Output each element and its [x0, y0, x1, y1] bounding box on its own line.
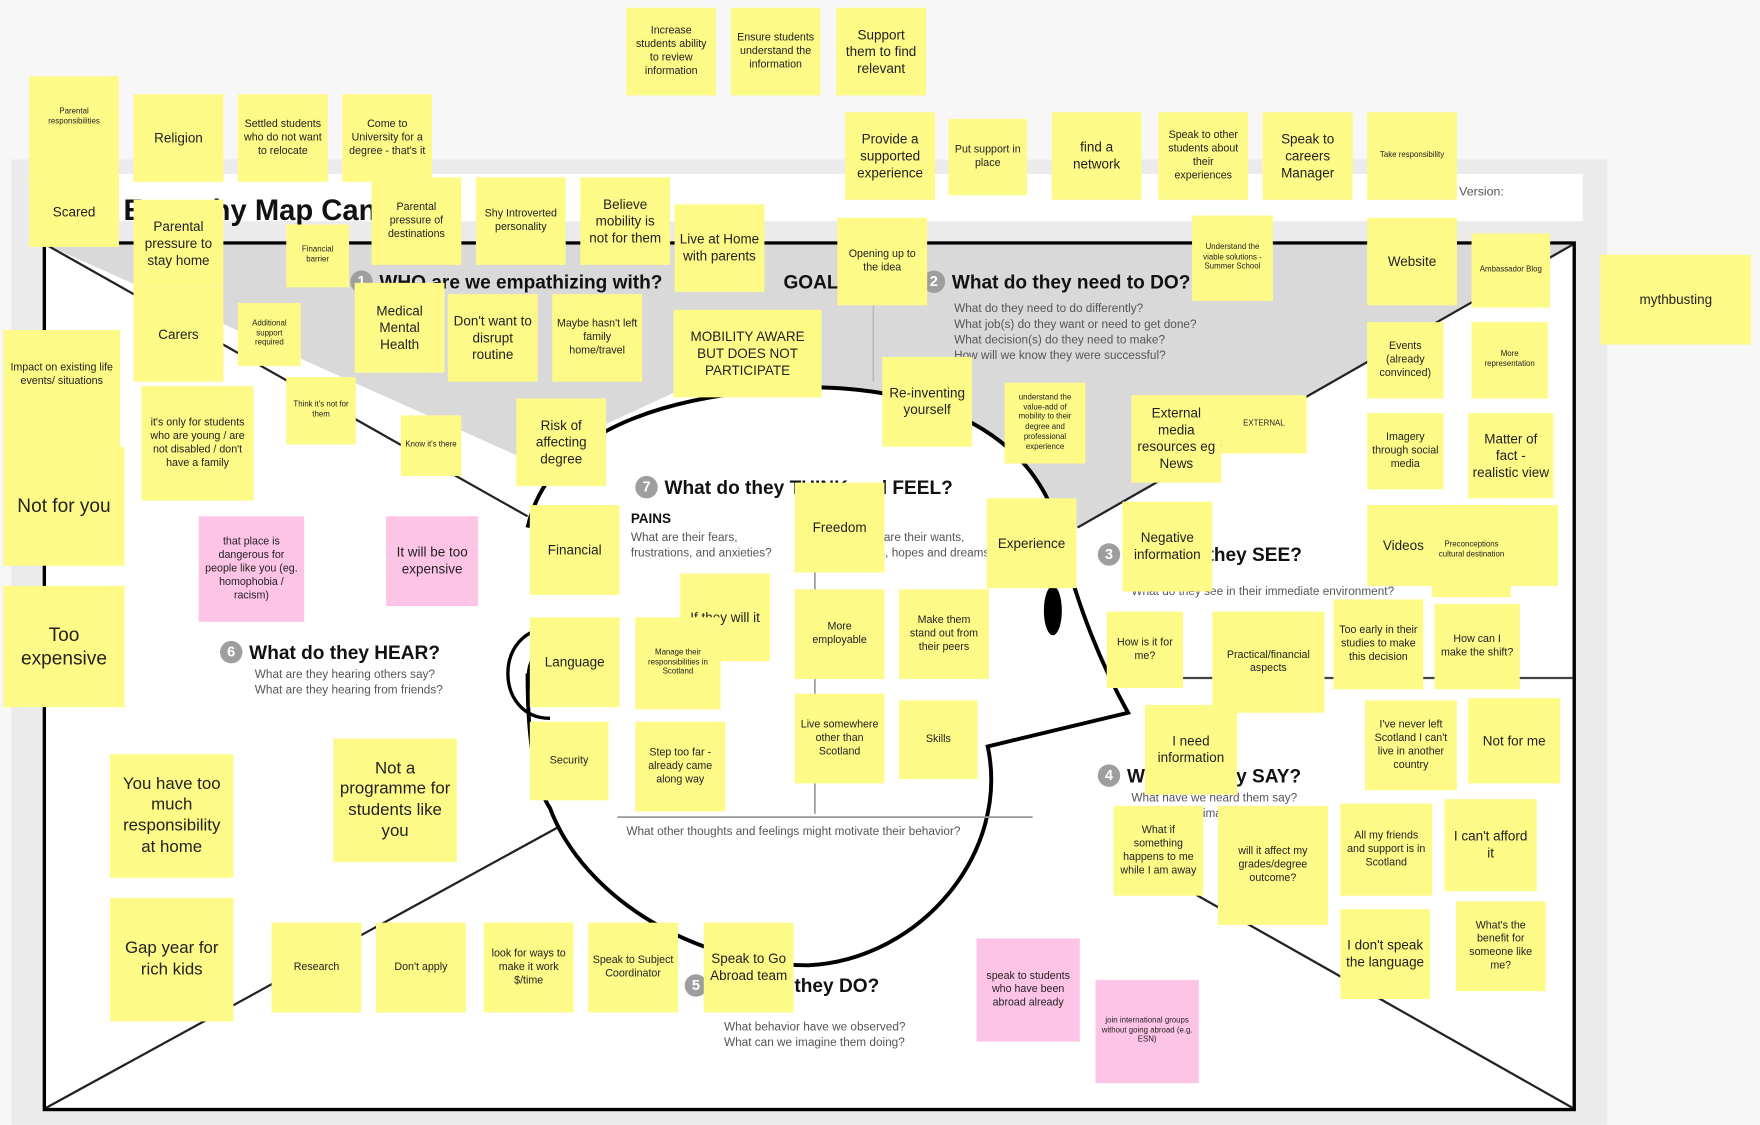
- sticky-note[interactable]: will it affect my grades/degree outcome?: [1217, 805, 1328, 925]
- sticky-note[interactable]: Live somewhere other than Scotland: [794, 693, 885, 784]
- sticky-note[interactable]: Manage their responsibilities in Scotlan…: [635, 617, 721, 710]
- sticky-note[interactable]: Skills: [899, 700, 978, 779]
- sticky-note[interactable]: Carers: [133, 287, 224, 382]
- sticky-note[interactable]: Medical Mental Health: [354, 282, 445, 373]
- sticky-note[interactable]: Religion: [133, 94, 224, 182]
- sticky-note[interactable]: Risk of affecting degree: [516, 398, 607, 487]
- sticky-note[interactable]: It will be too expensive: [386, 516, 479, 607]
- sticky-note[interactable]: Research: [271, 922, 362, 1013]
- sticky-note[interactable]: Live at Home with parents: [674, 204, 765, 292]
- sticky-note[interactable]: Settled students who do not want to relo…: [237, 94, 328, 182]
- sticky-note[interactable]: speak to students who have been abroad a…: [976, 938, 1080, 1042]
- section-5-questions: What behavior have we observed? What can…: [723, 1020, 906, 1050]
- version-label: Version:: [1459, 185, 1504, 199]
- sticky-note[interactable]: Freedom: [794, 482, 885, 573]
- sticky-note[interactable]: that place is dangerous for people like …: [198, 516, 305, 622]
- sticky-note[interactable]: External media resources eg News: [1131, 395, 1222, 483]
- sticky-note[interactable]: Speak to Subject Coordinator: [588, 922, 678, 1013]
- sticky-note[interactable]: Know it's there: [400, 415, 462, 476]
- empathy-map-board: Empathy Map Canvas Version: GOAL 1 WHO ar…: [0, 0, 1760, 1125]
- sticky-note[interactable]: Come to University for a degree - that's…: [342, 94, 433, 182]
- sticky-note[interactable]: Gap year for rich kids: [110, 897, 234, 1022]
- sticky-note[interactable]: Increase students ability to review info…: [626, 7, 717, 96]
- sticky-note[interactable]: Practical/financial aspects: [1212, 611, 1325, 713]
- sticky-note[interactable]: Language: [529, 617, 620, 708]
- sticky-note[interactable]: MOBILITY AWARE BUT DOES NOT PARTICIPATE: [673, 309, 822, 398]
- sticky-note[interactable]: Re-inventing yourself: [882, 356, 973, 447]
- sticky-note[interactable]: Believe mobility is not for them: [580, 177, 671, 265]
- sticky-note[interactable]: Parental pressure to stay home: [133, 199, 224, 288]
- sticky-note[interactable]: Opening up to the idea: [837, 217, 928, 306]
- sticky-note[interactable]: mythbusting: [1600, 254, 1752, 345]
- sticky-note[interactable]: More employable: [794, 589, 885, 680]
- sticky-note[interactable]: More representation: [1471, 322, 1548, 399]
- sticky-note[interactable]: Shy Introverted personality: [475, 177, 566, 265]
- sticky-note[interactable]: Support them to find relevant: [836, 7, 927, 96]
- section-2-questions: What do they need to do differently? Wha…: [954, 301, 1197, 363]
- sticky-note[interactable]: Speak to Go Abroad team: [703, 922, 794, 1013]
- pains-title: PAINS: [630, 510, 671, 527]
- sticky-note[interactable]: What if something happens to me while I …: [1113, 805, 1204, 896]
- sticky-note[interactable]: Speak to careers Manager: [1262, 112, 1353, 200]
- sticky-note[interactable]: Preconceptions cultural destination: [1432, 505, 1511, 598]
- sticky-note[interactable]: Parental pressure of destinations: [371, 177, 462, 265]
- sticky-note[interactable]: I need information: [1144, 704, 1237, 795]
- sticky-note[interactable]: Scared: [29, 177, 119, 247]
- sticky-note[interactable]: Financial barrier: [286, 224, 350, 288]
- section-2-heading: 2 What do they need to DO?: [922, 270, 1190, 295]
- sticky-note[interactable]: Too expensive: [3, 585, 125, 708]
- sticky-note[interactable]: Financial: [529, 505, 620, 595]
- sticky-note[interactable]: Make them stand out from their peers: [899, 589, 989, 680]
- sticky-note[interactable]: Negative information: [1122, 501, 1213, 592]
- eye-shape: [1043, 585, 1062, 636]
- sticky-note[interactable]: Security: [529, 721, 609, 801]
- pains-questions: What are their fears, frustrations, and …: [630, 530, 772, 561]
- goal-label: GOAL: [783, 271, 839, 293]
- sticky-note[interactable]: Don't apply: [376, 922, 466, 1013]
- sticky-note[interactable]: Too early in their studies to make this …: [1333, 599, 1424, 690]
- sticky-note[interactable]: understand the value-add of mobility to …: [1004, 382, 1086, 464]
- sticky-note[interactable]: find a network: [1051, 112, 1142, 200]
- sticky-note[interactable]: Think it's not for them: [286, 377, 356, 445]
- sticky-note[interactable]: look for ways to make it work $/time: [483, 922, 574, 1013]
- sticky-note[interactable]: EXTERNAL: [1221, 395, 1307, 454]
- sticky-note[interactable]: Website: [1367, 217, 1457, 306]
- sticky-note[interactable]: Put support in place: [948, 118, 1028, 196]
- sticky-note[interactable]: Step too far - already came along way: [635, 721, 726, 812]
- sticky-note[interactable]: Parental responsibilities: [29, 76, 119, 182]
- sticky-note[interactable]: All my friends and support is in Scotlan…: [1340, 803, 1433, 896]
- sticky-note[interactable]: join international groups without going …: [1095, 979, 1199, 1084]
- sticky-note[interactable]: Not a programme for students like you: [333, 738, 457, 863]
- sticky-note[interactable]: What's the benefit for someone like me?: [1455, 901, 1546, 992]
- sticky-note[interactable]: Maybe hasn't left family home/travel: [552, 294, 643, 382]
- sticky-note[interactable]: Additional support required: [237, 303, 301, 366]
- sticky-note[interactable]: it's only for students who are young / a…: [141, 386, 254, 501]
- sticky-note[interactable]: Not for me: [1468, 698, 1561, 784]
- sticky-note[interactable]: I don't speak the language: [1340, 909, 1431, 999]
- sticky-note[interactable]: Imagery through social media: [1367, 413, 1444, 490]
- sticky-note[interactable]: Don't want to disrupt routine: [447, 294, 538, 382]
- sticky-note[interactable]: How is it for me?: [1106, 611, 1184, 689]
- sticky-note[interactable]: Experience: [986, 498, 1077, 589]
- sticky-note[interactable]: Impact on existing life events/ situatio…: [3, 330, 121, 452]
- section-6-questions: What are they hearing others say? What a…: [254, 667, 443, 698]
- sticky-note[interactable]: Ensure students understand the informati…: [730, 7, 821, 96]
- sticky-note[interactable]: How can I make the shift?: [1434, 603, 1520, 690]
- sticky-note[interactable]: Matter of fact - realistic view: [1468, 413, 1554, 499]
- sticky-note[interactable]: Take responsibility: [1367, 112, 1457, 200]
- sticky-note[interactable]: I can't afford it: [1444, 799, 1537, 892]
- sticky-note[interactable]: Provide a supported experience: [845, 112, 936, 200]
- sticky-note[interactable]: Not for you: [3, 446, 125, 566]
- sticky-note[interactable]: Ambassador Blog: [1471, 233, 1551, 308]
- sticky-note[interactable]: I've never left Scotland I can't live in…: [1364, 700, 1457, 791]
- section-6-heading: 6 What do they HEAR?: [220, 640, 440, 665]
- sticky-note[interactable]: Speak to other students about their expe…: [1158, 112, 1249, 200]
- sticky-note[interactable]: You have too much responsibility at home: [110, 754, 234, 878]
- sticky-note[interactable]: Events (already convinced): [1367, 322, 1444, 399]
- think-feel-footer-question: What other thoughts and feelings might m…: [626, 825, 961, 839]
- sticky-note[interactable]: Understand the viable solutions - Summer…: [1192, 215, 1273, 301]
